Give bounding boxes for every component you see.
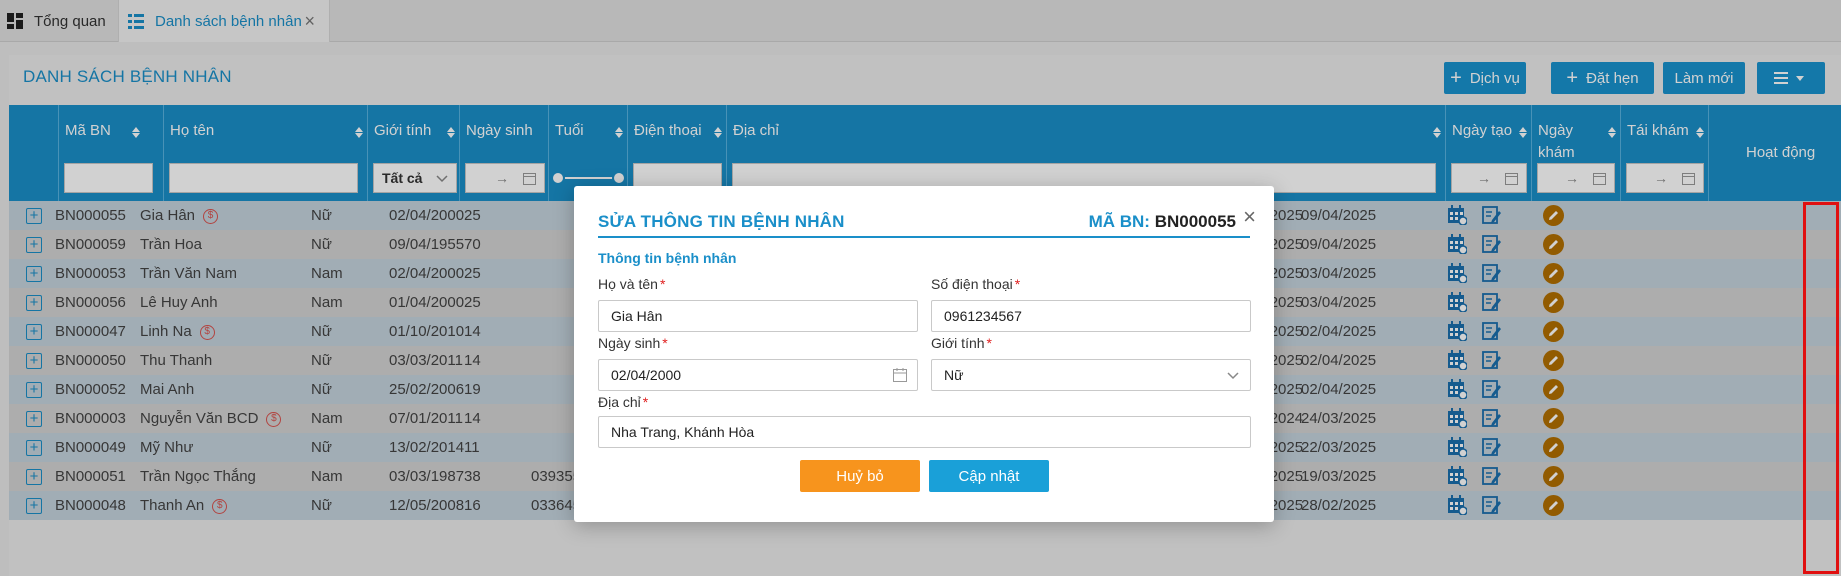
- modal-code-label: MÃ BN:: [1088, 212, 1150, 231]
- modal-code-value: BN000055: [1154, 212, 1236, 231]
- required-mark: *: [1014, 276, 1021, 292]
- gender-field-label: Giới tính *: [931, 335, 992, 351]
- address-field-value: Nha Trang, Khánh Hòa: [611, 424, 755, 440]
- cancel-button-label: Huỷ bỏ: [836, 467, 884, 485]
- dob-label-text: Ngày sinh: [598, 335, 661, 351]
- gender-label-text: Giới tính: [931, 335, 985, 351]
- edit-patient-modal: SỬA THÔNG TIN BỆNH NHÂN MÃ BN: BN000055 …: [574, 186, 1274, 522]
- gender-select[interactable]: Nữ: [931, 359, 1251, 391]
- update-button[interactable]: Cập nhật: [929, 460, 1049, 492]
- required-mark: *: [642, 394, 649, 410]
- required-mark: *: [986, 335, 992, 351]
- modal-title: SỬA THÔNG TIN BỆNH NHÂN: [598, 212, 845, 231]
- phone-field-value: 0961234567: [944, 308, 1022, 324]
- address-field-label: Địa chỉ *: [598, 394, 648, 410]
- modal-section-title: Thông tin bệnh nhân: [598, 250, 737, 266]
- name-label-text: Họ và tên: [598, 276, 658, 292]
- name-field-label: Họ và tên *: [598, 276, 665, 292]
- required-mark: *: [659, 276, 666, 292]
- cancel-button[interactable]: Huỷ bỏ: [800, 460, 920, 492]
- address-label-text: Địa chỉ: [598, 394, 641, 410]
- dob-field[interactable]: 02/04/2000: [598, 359, 918, 391]
- calendar-icon[interactable]: [893, 368, 907, 382]
- gender-select-value: Nữ: [944, 367, 964, 383]
- required-mark: *: [662, 335, 668, 351]
- address-field[interactable]: Nha Trang, Khánh Hòa: [598, 416, 1251, 448]
- name-field[interactable]: Gia Hân: [598, 300, 918, 332]
- modal-title-underline: [598, 236, 1250, 238]
- chevron-down-icon: [1227, 372, 1239, 380]
- close-icon[interactable]: ×: [1243, 204, 1256, 230]
- phone-field[interactable]: 0961234567: [931, 300, 1251, 332]
- name-field-value: Gia Hân: [611, 308, 663, 324]
- dob-field-label: Ngày sinh *: [598, 335, 668, 351]
- dob-field-value: 02/04/2000: [611, 367, 682, 383]
- modal-patient-code: MÃ BN: BN000055: [1089, 212, 1236, 232]
- highlight-box: [1803, 202, 1839, 574]
- phone-field-label: Số điện thoại *: [931, 276, 1020, 292]
- phone-label-text: Số điện thoại: [931, 276, 1013, 292]
- app: Tổng quan Danh sách bệnh nhân × DANH SÁC…: [0, 0, 1841, 576]
- update-button-label: Cập nhật: [958, 467, 1020, 485]
